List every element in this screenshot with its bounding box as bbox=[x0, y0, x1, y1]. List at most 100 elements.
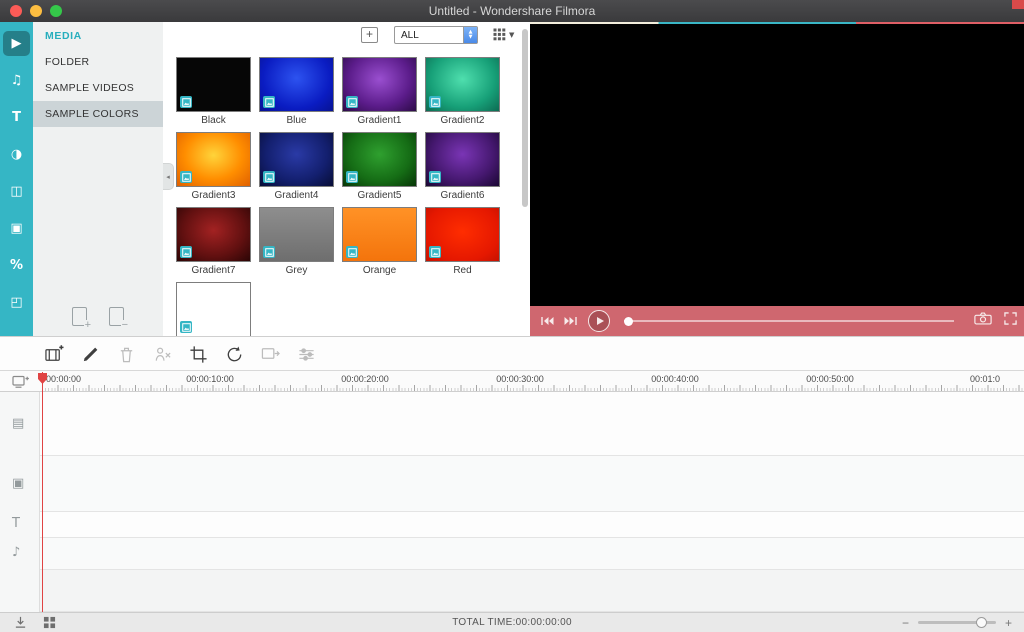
media-item-gradient2[interactable]: Gradient2 bbox=[425, 57, 500, 127]
media-grid: Black BlueGradient1 Gradient2 Gradient3 Grad… bbox=[176, 57, 500, 336]
grid-icon bbox=[43, 616, 56, 629]
media-item-label: Gradient3 bbox=[176, 187, 251, 202]
snapshot-button[interactable] bbox=[974, 312, 992, 330]
ruler-label: 00:00:20:00 bbox=[341, 374, 389, 384]
timeline-tracks: ▤▣T♪ bbox=[0, 392, 1024, 612]
rail-item-text[interactable]: T bbox=[3, 105, 30, 130]
advanced-settings-button[interactable] bbox=[294, 342, 318, 366]
media-thumbnail bbox=[259, 207, 334, 262]
media-panel-item-sample-videos[interactable]: SAMPLE VIDEOS bbox=[33, 75, 163, 101]
media-thumbnail bbox=[259, 57, 334, 112]
media-item-gradient4[interactable]: Gradient4 bbox=[259, 132, 334, 202]
grid-view-icon bbox=[493, 28, 506, 41]
track-music[interactable] bbox=[0, 538, 1024, 570]
rail-item-media[interactable]: ▶ bbox=[3, 31, 30, 56]
add-track-icon bbox=[12, 374, 29, 388]
next-frame-button[interactable] bbox=[564, 316, 578, 326]
media-library: + ALL ▲ ▼ ▼ Black BlueGradient1 Gradient2 G… bbox=[163, 22, 530, 336]
import-media-button[interactable]: + bbox=[72, 307, 87, 326]
view-mode-toggle[interactable]: ▼ bbox=[493, 28, 514, 41]
add-to-timeline-button[interactable] bbox=[42, 342, 66, 366]
previous-frame-button[interactable] bbox=[540, 316, 554, 326]
media-item-gradient1[interactable]: Gradient1 bbox=[342, 57, 417, 127]
media-item-label: Black bbox=[176, 112, 251, 127]
track-layout-button[interactable] bbox=[43, 616, 56, 629]
zoom-slider-thumb[interactable] bbox=[976, 617, 987, 628]
library-scrollbar[interactable] bbox=[522, 29, 528, 207]
zoom-button[interactable] bbox=[50, 5, 62, 17]
skip-forward-icon bbox=[564, 316, 578, 326]
tool-row bbox=[42, 342, 318, 366]
rail-item-split-screen[interactable]: % bbox=[3, 253, 30, 278]
media-item-black[interactable]: Black bbox=[176, 57, 251, 127]
filter-dropdown[interactable]: ALL ▲ ▼ bbox=[394, 26, 478, 44]
media-thumbnail bbox=[425, 57, 500, 112]
crop-button[interactable] bbox=[186, 342, 210, 366]
media-item-gradient6[interactable]: Gradient6 bbox=[425, 132, 500, 202]
media-item-label: Gradient7 bbox=[176, 262, 251, 277]
remove-media-button[interactable]: − bbox=[109, 307, 124, 326]
rail-item-overlays[interactable]: ◫ bbox=[3, 179, 30, 204]
media-item-orange[interactable]: Orange bbox=[342, 207, 417, 277]
text-icon: T bbox=[12, 110, 21, 125]
rail-item-elements[interactable]: ▣ bbox=[3, 216, 30, 241]
track-manager-button[interactable] bbox=[12, 374, 29, 393]
color-clip-icon bbox=[429, 96, 441, 108]
rail-item-screen-layouts[interactable]: ◰ bbox=[3, 290, 30, 315]
playback-controls bbox=[530, 306, 1024, 336]
media-panel-item-folder[interactable]: FOLDER bbox=[33, 49, 163, 75]
media-item-gradient7[interactable]: Gradient7 bbox=[176, 207, 251, 277]
rail-item-audio[interactable]: ♫ bbox=[3, 68, 30, 93]
play-button[interactable] bbox=[588, 310, 610, 332]
media-item-label: Gradient2 bbox=[425, 112, 500, 127]
seek-slider[interactable] bbox=[624, 320, 954, 322]
seek-slider-thumb[interactable] bbox=[624, 317, 633, 326]
color-clip-icon bbox=[263, 246, 275, 258]
edit-button[interactable] bbox=[78, 342, 102, 366]
track-video[interactable] bbox=[0, 392, 1024, 456]
track-pip[interactable] bbox=[0, 456, 1024, 512]
media-item-label: Gradient4 bbox=[259, 187, 334, 202]
media-item-gradient3[interactable]: Gradient3 bbox=[176, 132, 251, 202]
media-panel: MEDIA FOLDERSAMPLE VIDEOSSAMPLE COLORS +… bbox=[33, 22, 163, 336]
media-thumbnail bbox=[342, 57, 417, 112]
zoom-slider[interactable] bbox=[918, 621, 996, 624]
media-item-red[interactable]: Red bbox=[425, 207, 500, 277]
zoom-out-button[interactable]: − bbox=[902, 617, 909, 629]
minimize-button[interactable] bbox=[30, 5, 42, 17]
media-panel-item-sample-colors[interactable]: SAMPLE COLORS bbox=[33, 101, 163, 127]
timeline-ruler[interactable]: 00:00:0000:00:10:0000:00:20:0000:00:30:0… bbox=[0, 371, 1024, 392]
zoom-in-button[interactable]: + bbox=[1005, 617, 1012, 629]
detach-audio-button[interactable] bbox=[150, 342, 174, 366]
zoom-controls: − + bbox=[902, 617, 1012, 629]
collapse-panel-button[interactable]: ◂ bbox=[163, 163, 174, 190]
timeline: 00:00:0000:00:10:0000:00:20:0000:00:30:0… bbox=[0, 371, 1024, 612]
pip-track-icon: ▣ bbox=[12, 476, 24, 491]
media-panel-list: FOLDERSAMPLE VIDEOSSAMPLE COLORS bbox=[33, 49, 163, 127]
track-text[interactable] bbox=[0, 512, 1024, 538]
media-item-blue[interactable]: Blue bbox=[259, 57, 334, 127]
color-clip-icon bbox=[429, 171, 441, 183]
add-media-button[interactable]: + bbox=[361, 27, 378, 43]
track-voice[interactable] bbox=[0, 570, 1024, 612]
media-thumbnail bbox=[176, 132, 251, 187]
text-track-icon: T bbox=[12, 516, 20, 531]
split-screen-icon: % bbox=[10, 258, 23, 273]
filter-stepper[interactable]: ▲ ▼ bbox=[463, 27, 477, 43]
statusbar: TOTAL TIME:00:00:00:00 − + bbox=[0, 612, 1024, 632]
rotate-button[interactable] bbox=[222, 342, 246, 366]
preview-top-strip bbox=[530, 22, 1024, 24]
rail-item-transitions[interactable]: ◑ bbox=[3, 142, 30, 167]
media-icon: ▶ bbox=[12, 36, 22, 51]
fullscreen-button[interactable] bbox=[1004, 312, 1017, 330]
export-frame-button[interactable] bbox=[258, 342, 282, 366]
media-item-label: Red bbox=[425, 262, 500, 277]
media-item-grey[interactable]: Grey bbox=[259, 207, 334, 277]
media-item-gradient5[interactable]: Gradient5 bbox=[342, 132, 417, 202]
snap-to-timeline-button[interactable] bbox=[14, 616, 27, 629]
close-button[interactable] bbox=[10, 5, 22, 17]
delete-button[interactable] bbox=[114, 342, 138, 366]
media-item-white[interactable]: White bbox=[176, 282, 251, 336]
minus-icon: − bbox=[121, 320, 128, 331]
media-thumbnail bbox=[425, 207, 500, 262]
